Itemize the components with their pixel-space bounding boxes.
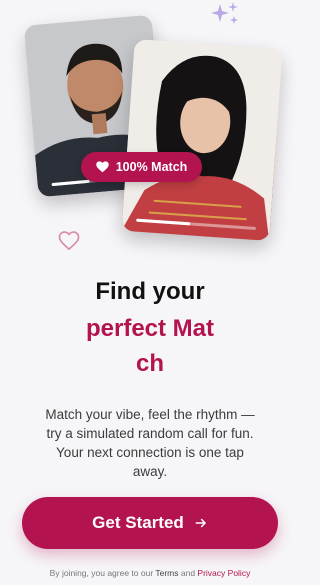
subtitle-text: Match your vibe, feel the rhythm — try a…: [45, 407, 255, 479]
heart-outline-icon: [58, 231, 80, 251]
profile-photo-woman: [121, 39, 283, 241]
match-badge: 100% Match: [81, 152, 202, 182]
arrow-right-icon: [195, 518, 206, 528]
heart-icon: [95, 161, 109, 173]
legal-text: By joining, you agree to our Terms and P…: [0, 568, 300, 578]
match-badge-label: 100% Match: [115, 160, 188, 174]
get-started-button[interactable]: Get Started: [22, 497, 278, 549]
terms-link[interactable]: Terms: [155, 568, 178, 578]
headline-line-1: Find your: [95, 278, 205, 305]
privacy-policy-link[interactable]: Privacy Policy: [197, 568, 250, 578]
headline-line-3: ch: [135, 350, 164, 377]
headline-line-2: perfect Mat: [85, 315, 215, 342]
legal-and: and: [178, 568, 198, 578]
profile-card-right: [121, 39, 283, 241]
legal-prefix: By joining, you agree to our: [49, 568, 156, 578]
get-started-label: Get Started: [92, 513, 184, 532]
sparkle-icon: [211, 2, 238, 24]
